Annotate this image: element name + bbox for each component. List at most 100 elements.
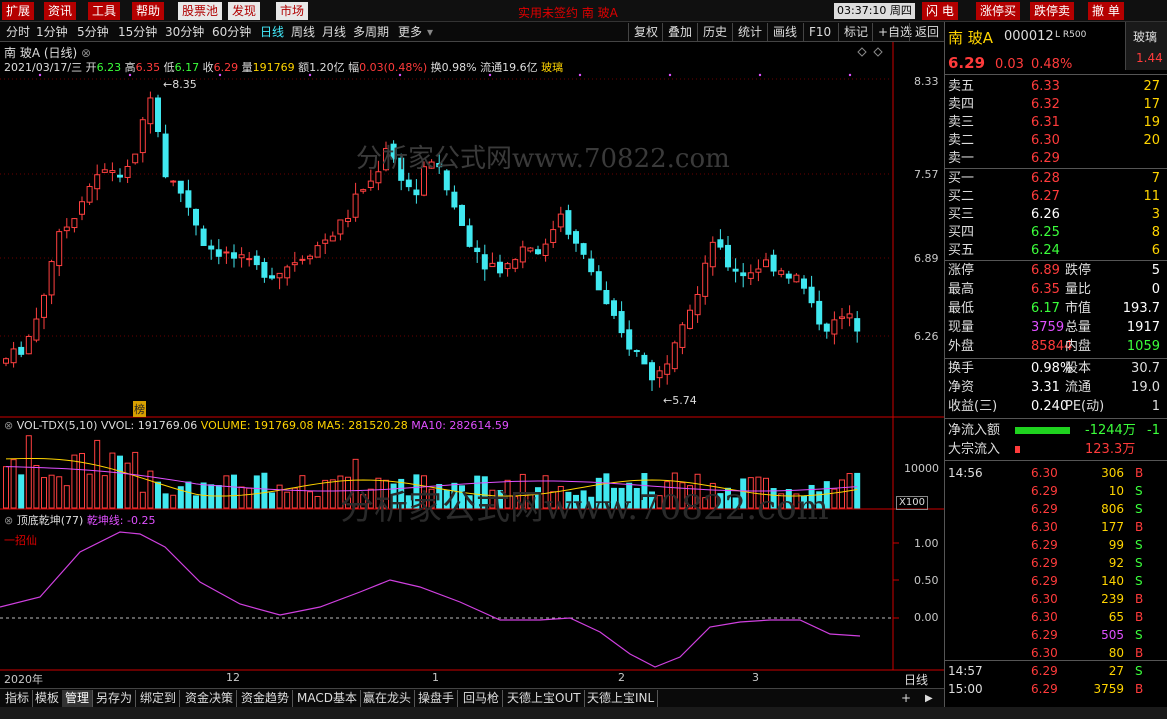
bid-row[interactable]: 买四 6.25 8 [945, 224, 1167, 242]
tick-row[interactable]: 6.29 99 S [945, 536, 1167, 554]
menu-expand[interactable]: 扩展 [2, 2, 35, 20]
ind-axis-0: 0.00 [914, 611, 939, 624]
tick-row[interactable]: 6.29 92 S [945, 554, 1167, 572]
overlay-button[interactable]: 叠加 [662, 23, 697, 41]
collapse-icon[interactable]: ⊗ [4, 419, 13, 432]
candle-body [284, 266, 291, 279]
tab-tiande-out[interactable]: 天德上宝OUT [504, 690, 585, 707]
candle-body [694, 294, 701, 316]
bang-badge[interactable]: 榜 [133, 401, 146, 417]
date-label-1: 1 [432, 671, 439, 684]
stock-pool-button[interactable]: 股票池 [178, 2, 223, 20]
tab-trader[interactable]: 操盘手 [415, 690, 459, 707]
candle-body [238, 254, 245, 259]
chevron-down-icon[interactable]: ▾ [427, 24, 433, 40]
f10-button[interactable]: F10 [803, 23, 836, 41]
tick-row[interactable]: 15:00 6.29 3759 B [945, 680, 1167, 698]
tick-row[interactable]: 6.29 806 S [945, 500, 1167, 518]
menu-help[interactable]: 帮助 [132, 2, 165, 20]
ask-row[interactable]: 卖四 6.32 17 [945, 96, 1167, 114]
tick-row[interactable]: 6.29 140 S [945, 572, 1167, 590]
tab-15min[interactable]: 15分钟 [118, 24, 157, 40]
limit-up-buy-button[interactable]: 涨停买 [976, 2, 1021, 20]
discover-button[interactable]: 发现 [228, 2, 261, 20]
tab-leader[interactable]: 赢在龙头 [360, 690, 416, 707]
tab-60min[interactable]: 60分钟 [212, 24, 251, 40]
sector-box[interactable]: 玻璃 1.44 [1125, 22, 1167, 70]
volume-bar [71, 454, 78, 509]
tab-save-as[interactable]: 另存为 [93, 690, 137, 707]
add-tab-button[interactable]: + [898, 690, 914, 707]
candle-body [740, 272, 747, 277]
ask-row[interactable]: 卖五 6.33 27 [945, 78, 1167, 96]
tab-5min[interactable]: 5分钟 [77, 24, 109, 40]
candle-body [177, 180, 184, 194]
ohlc-readout: 2021/03/17/三 开6.23 高6.35 低6.17 收6.29 量19… [4, 61, 564, 74]
tab-indicator[interactable]: 指标 [2, 690, 34, 707]
clock: 03:37:10 周四 [834, 3, 915, 19]
candle-body [854, 318, 861, 332]
tab-template[interactable]: 模板 [32, 690, 64, 707]
tick-row[interactable]: 14:57 6.29 27 S [945, 662, 1167, 680]
tick-row[interactable]: 6.29 505 S [945, 626, 1167, 644]
min-price-label: ←5.74 [663, 394, 697, 407]
candle-body [360, 189, 367, 192]
stat-row: 涨停 6.89 跌停 5 [948, 263, 1160, 278]
tab-more[interactable]: 更多 [398, 24, 422, 40]
volume-bar [48, 474, 55, 509]
draw-button[interactable]: 画线 [767, 23, 802, 41]
tick-row[interactable]: 6.30 239 B [945, 590, 1167, 608]
collapse-icon[interactable]: ⊗ [81, 46, 91, 60]
ask-row[interactable]: 卖三 6.31 19 [945, 114, 1167, 132]
tab-30min[interactable]: 30分钟 [165, 24, 204, 40]
tick-row[interactable]: 6.30 65 B [945, 608, 1167, 626]
volume-bar [193, 495, 199, 509]
flash-button[interactable]: 闪 电 [922, 2, 958, 20]
mark-button[interactable]: 标记 [838, 23, 873, 41]
limit-down-sell-button[interactable]: 跌停卖 [1030, 2, 1075, 20]
tab-minute[interactable]: 分时 [6, 24, 30, 40]
date-label-2020: 2020年 [4, 673, 43, 686]
tab-bind[interactable]: 绑定到 [137, 690, 181, 707]
candle-body [702, 262, 709, 297]
candle-body [86, 186, 93, 203]
candle-body [497, 261, 503, 274]
candle-body [527, 247, 534, 252]
stats-button[interactable]: 统计 [732, 23, 767, 41]
ask-row[interactable]: 卖一 6.29 [945, 150, 1167, 168]
tab-monthly[interactable]: 月线 [322, 24, 346, 40]
volume-bar [246, 487, 253, 509]
restore-rights-button[interactable]: 复权 [628, 23, 663, 41]
bid-row[interactable]: 买三 6.26 3 [945, 206, 1167, 224]
volume-bar [215, 485, 222, 509]
collapse-icon[interactable]: ⊗ [4, 514, 13, 527]
cancel-order-button[interactable]: 撤 单 [1088, 2, 1124, 20]
bid-row[interactable]: 买一 6.28 7 [945, 170, 1167, 188]
tab-horse[interactable]: 回马枪 [460, 690, 504, 707]
tab-tiande-inl[interactable]: 天德上宝INL [584, 690, 659, 707]
candle-body [170, 180, 177, 183]
tab-multi[interactable]: 多周期 [353, 24, 389, 40]
candle-body [155, 97, 161, 132]
bid-row[interactable]: 买二 6.27 11 [945, 188, 1167, 206]
tab-macd[interactable]: MACD基本 [294, 690, 361, 707]
indicator-tabs: 指标 模板 管理 另存为 绑定到 资金决策 资金趋势 MACD基本 赢在龙头 操… [0, 688, 944, 707]
market-button[interactable]: 市场 [276, 2, 309, 20]
tab-manage[interactable]: 管理 [62, 690, 94, 707]
ask-row[interactable]: 卖二 6.30 20 [945, 132, 1167, 150]
back-button[interactable]: 返回 [909, 23, 944, 41]
bid-row[interactable]: 买五 6.24 6 [945, 242, 1167, 260]
tab-fund-decision[interactable]: 资金决策 [182, 690, 238, 707]
tab-1min[interactable]: 1分钟 [36, 24, 68, 40]
tick-row[interactable]: 14:56 6.30 306 B [945, 464, 1167, 482]
history-button[interactable]: 历史 [697, 23, 732, 41]
tab-daily[interactable]: 日线 [260, 24, 284, 40]
menu-news[interactable]: 资讯 [44, 2, 77, 20]
tick-row[interactable]: 6.30 177 B [945, 518, 1167, 536]
scroll-right-icon[interactable]: ▶ [922, 690, 936, 707]
menu-tools[interactable]: 工具 [88, 2, 121, 20]
tab-fund-trend[interactable]: 资金趋势 [238, 690, 294, 707]
tick-row[interactable]: 6.29 10 S [945, 482, 1167, 500]
candle-body [641, 354, 648, 365]
tab-weekly[interactable]: 周线 [291, 24, 315, 40]
